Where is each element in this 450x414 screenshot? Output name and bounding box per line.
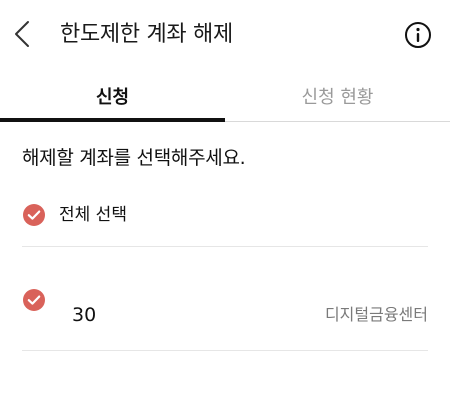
- select-all-label: 전체 선택: [59, 205, 127, 225]
- active-tab-indicator: [0, 118, 225, 122]
- select-all-checkbox[interactable]: 전체 선택: [22, 203, 428, 227]
- instruction-text: 해제할 계좌를 선택해주세요.: [22, 147, 246, 169]
- tab-apply-status[interactable]: 신청 현황: [225, 70, 450, 122]
- tab-bar: 신청 신청 현황: [0, 70, 450, 122]
- back-button[interactable]: [8, 14, 38, 54]
- divider: [22, 350, 428, 351]
- account-list-item[interactable]: 30 디지털금융센터: [22, 288, 428, 338]
- info-circle-icon: [405, 22, 431, 48]
- check-circle-icon: [23, 204, 45, 226]
- tab-apply[interactable]: 신청: [0, 70, 225, 122]
- account-branch: 디지털금융센터: [324, 305, 428, 324]
- account-number: 30: [72, 304, 97, 326]
- divider: [22, 246, 428, 247]
- header: 한도제한 계좌 해제: [0, 0, 450, 70]
- page-title: 한도제한 계좌 해제: [60, 22, 233, 47]
- chevron-left-icon: [15, 21, 29, 47]
- info-button[interactable]: [404, 21, 432, 49]
- check-circle-icon: [23, 289, 45, 311]
